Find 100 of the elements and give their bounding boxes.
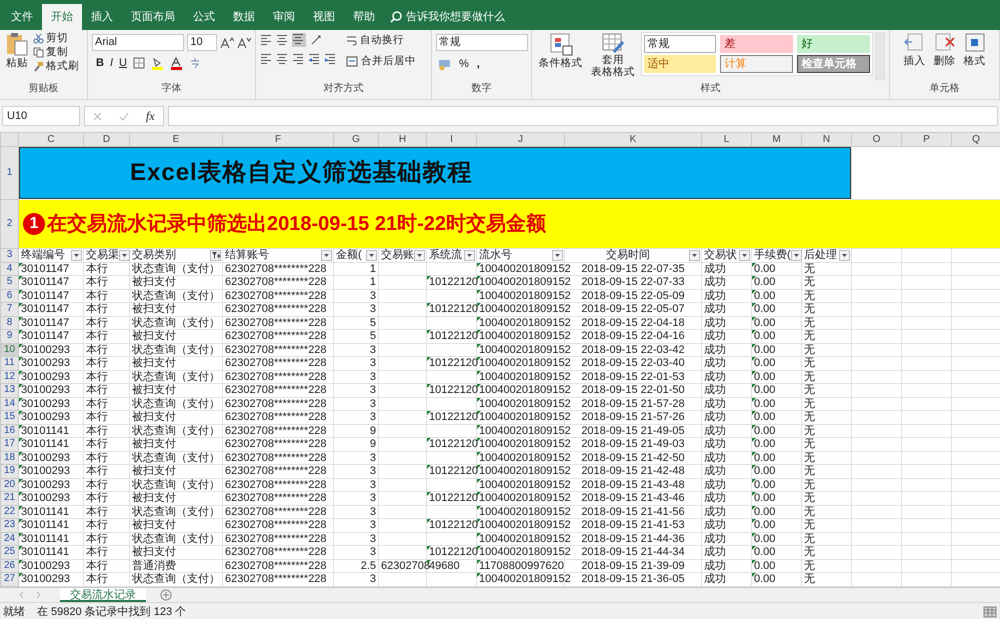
table-cell-text: 30101147 — [20, 303, 70, 316]
table-cell-text: 2018-09-15 22-01-50 — [580, 384, 686, 396]
table-cell-text: 成功 — [703, 519, 727, 532]
align-middle-icon[interactable] — [276, 34, 288, 46]
copy-button[interactable]: 复制 — [33, 46, 79, 59]
table-cell-text: 0.00 — [753, 290, 776, 302]
table-cell-text: 0.00 — [753, 262, 776, 275]
table-cell-text: 成功 — [703, 398, 727, 410]
cut-button[interactable]: 剪切 — [33, 32, 79, 45]
search-icon[interactable] — [390, 11, 402, 23]
tell-me-field[interactable]: 告诉我你想要做什么 — [406, 8, 505, 26]
align-center-icon[interactable] — [276, 53, 288, 65]
filter-dropdown-button[interactable] — [119, 250, 130, 260]
format-as-table-button[interactable]: 套用 表格格式 — [587, 32, 638, 78]
table-cell-text: 11708800997620 — [478, 560, 565, 572]
font-size-field[interactable]: 10 — [187, 34, 218, 51]
bold-button[interactable]: B — [96, 55, 104, 72]
table-cell-text: 30101141 — [20, 532, 70, 545]
table-cell-text: 62302708********228 — [224, 546, 328, 558]
cell-style[interactable]: 差 — [720, 35, 794, 53]
align-top-icon[interactable] — [260, 34, 272, 46]
table-cell-text: 9 — [368, 438, 377, 450]
paste-button[interactable]: 粘贴 — [4, 32, 30, 73]
table-cell-text: 无 — [803, 411, 816, 424]
merge-center-button[interactable]: 合并后居中 — [346, 54, 416, 70]
cell-style[interactable]: 适中 — [644, 55, 716, 73]
table-cell-text: 10122120 — [428, 546, 479, 558]
sheet-tab[interactable]: 交易流水记录 — [60, 588, 146, 602]
cells-button[interactable]: 插入 — [904, 32, 926, 70]
table-cell-text: 62302708********228 — [224, 438, 328, 450]
filter-dropdown-button[interactable] — [464, 250, 475, 260]
ribbon-tab[interactable]: 审阅 — [264, 4, 304, 30]
phonetic-icon[interactable] — [188, 57, 201, 70]
column-letter: C — [47, 134, 55, 145]
table-cell-text: 2018-09-15 22-04-16 — [580, 330, 686, 342]
column-letter: O — [872, 134, 880, 145]
wrap-text-button[interactable]: 自动换行 — [346, 33, 416, 49]
table-cell-text: 成功 — [703, 492, 727, 504]
filter-dropdown-button[interactable] — [839, 250, 850, 260]
ribbon-tab[interactable]: 帮助 — [344, 4, 384, 30]
filter-dropdown-button[interactable] — [790, 250, 802, 260]
decrease-indent-icon[interactable] — [308, 53, 320, 65]
filter-dropdown-button[interactable] — [366, 250, 377, 260]
cell-style[interactable]: 常规 — [644, 35, 716, 53]
filter-dropdown-button[interactable] — [321, 250, 332, 260]
ribbon-tab[interactable]: 视图 — [304, 4, 344, 30]
increase-indent-icon[interactable] — [324, 53, 336, 65]
font-color-icon[interactable] — [170, 56, 183, 70]
row-number[interactable]: 2 — [6, 218, 12, 230]
filter-dropdown-button[interactable] — [689, 250, 700, 260]
table-cell-text: 30101147 — [20, 290, 70, 302]
underline-button[interactable]: U — [119, 55, 127, 72]
conditional-format-button[interactable]: 条件格式 — [536, 32, 586, 72]
row-number[interactable]: 1 — [6, 166, 12, 179]
font-name-field[interactable]: Arial — [92, 34, 184, 51]
column-header: 终端编号 — [21, 248, 65, 262]
formula-input-field[interactable] — [168, 106, 998, 126]
fill-color-icon[interactable] — [150, 56, 164, 70]
table-cell-text: 成功 — [703, 276, 727, 288]
table-cell-text: 2018-09-15 22-05-07 — [580, 303, 686, 316]
normal-view-icon[interactable] — [983, 606, 997, 618]
table-cell-text: 100400201809152 — [478, 330, 572, 342]
cells-button[interactable]: 格式 — [964, 32, 986, 70]
table-cell-text: 10122120 — [428, 492, 479, 504]
name-box[interactable]: U10 — [2, 106, 80, 126]
format-painter-button[interactable]: 格式刷 — [33, 60, 79, 73]
cell-style[interactable]: 好 — [797, 35, 870, 53]
ribbon-tab[interactable]: 文件 — [2, 4, 42, 30]
filter-applied-button[interactable] — [210, 250, 221, 260]
grow-font-icon[interactable] — [220, 36, 234, 48]
ribbon-tab[interactable]: 数据 — [224, 4, 264, 30]
add-sheet-icon[interactable] — [160, 588, 172, 600]
ribbon-tab[interactable]: 插入 — [82, 4, 122, 30]
align-right-icon[interactable] — [292, 53, 304, 65]
ribbon-tab[interactable]: 页面布局 — [122, 4, 184, 30]
align-bottom-icon[interactable] — [292, 33, 306, 47]
table-cell-text: 2018-09-15 22-03-42 — [580, 344, 686, 356]
table-cell-text: 10122120 — [428, 276, 479, 288]
ribbon-tab[interactable]: 开始 — [42, 4, 82, 30]
filter-dropdown-button[interactable] — [739, 250, 750, 260]
cells-button[interactable]: 删除 — [934, 32, 956, 70]
table-cell-text: 本行 — [85, 532, 109, 545]
filter-dropdown-button[interactable] — [552, 250, 563, 260]
table-cell-text: 62302708********228 — [224, 506, 328, 518]
ribbon-tab[interactable]: 公式 — [184, 4, 224, 30]
table-cell-text: 成功 — [703, 560, 727, 572]
borders-icon[interactable] — [132, 57, 145, 70]
filter-dropdown-button[interactable] — [414, 250, 425, 260]
align-left-icon[interactable] — [260, 53, 272, 65]
filter-dropdown-button[interactable] — [71, 250, 82, 260]
orientation-icon[interactable] — [310, 34, 322, 46]
italic-button[interactable]: I — [110, 55, 114, 72]
percent-button[interactable]: % — [459, 56, 469, 72]
comma-button[interactable]: , — [476, 56, 480, 72]
table-cell-text: 49680 — [429, 560, 461, 572]
insert-function-button[interactable]: fx — [146, 107, 155, 125]
shrink-font-icon[interactable] — [237, 36, 252, 48]
table-cell-text: 100400201809152 — [478, 532, 572, 545]
table-cell-text: 10122120 — [428, 519, 479, 532]
number-format-field[interactable]: 常规 — [436, 34, 528, 51]
